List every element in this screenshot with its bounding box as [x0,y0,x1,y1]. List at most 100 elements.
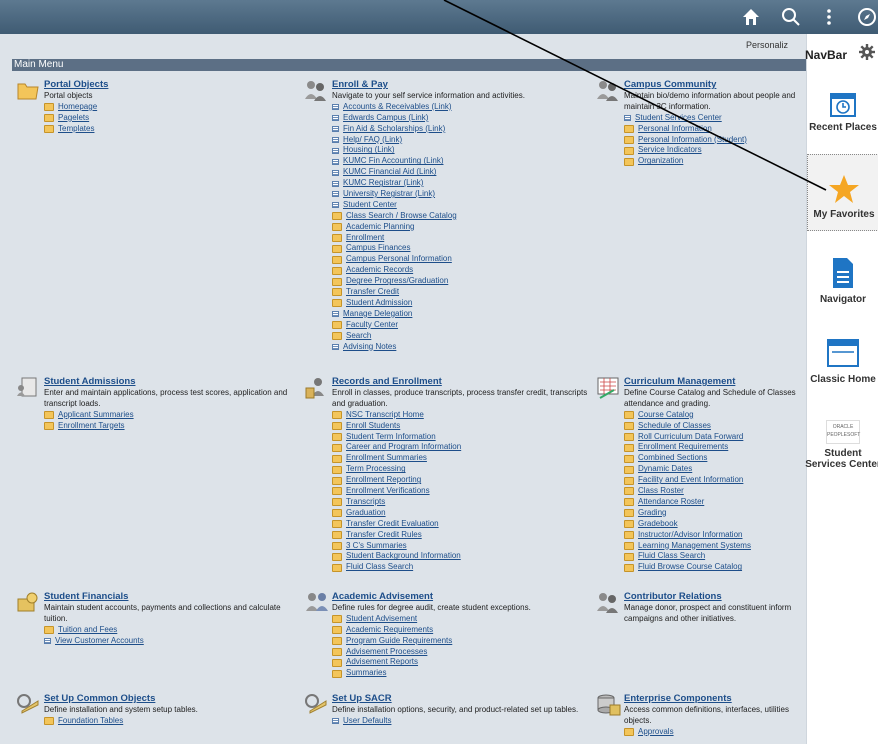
menu-link[interactable]: Schedule of Classes [638,421,711,432]
menu-link-item[interactable]: Student Advisement [332,614,594,625]
search-icon[interactable] [780,6,802,28]
navbar-recent-places[interactable]: Recent Places [807,90,878,133]
menu-link-item[interactable]: Enrollment Summaries [332,453,594,464]
menu-link[interactable]: Personal Information [638,124,712,135]
navbar-navigator[interactable]: Navigator [807,256,878,305]
menu-link-item[interactable]: Transfer Credit Rules [332,530,594,541]
menu-link-item[interactable]: Student Background Information [332,551,594,562]
menu-link[interactable]: Fluid Class Search [638,551,705,562]
menu-link-item[interactable]: Graduation [332,508,594,519]
section-title[interactable]: Set Up Common Objects [44,693,296,705]
menu-link-item[interactable]: Learning Management Systems [624,541,806,552]
menu-link[interactable]: Personal Information (Student) [638,135,747,146]
menu-link[interactable]: Transfer Credit Evaluation [346,519,439,530]
menu-link-item[interactable]: Term Processing [332,464,594,475]
menu-link-item[interactable]: Facility and Event Information [624,475,806,486]
menu-link[interactable]: Attendance Roster [638,497,704,508]
menu-link-item[interactable]: Gradebook [624,519,806,530]
menu-link-item[interactable]: Campus Finances [332,243,594,254]
section-title[interactable]: Student Financials [44,591,296,603]
menu-link[interactable]: Enrollment Verifications [346,486,430,497]
menu-link[interactable]: University Registrar (Link) [343,189,435,200]
menu-link[interactable]: Advising Notes [343,342,396,353]
menu-link[interactable]: Foundation Tables [58,716,123,727]
section-title[interactable]: Student Admissions [44,376,296,388]
menu-link[interactable]: Tuition and Fees [58,625,117,636]
menu-link[interactable]: Search [346,331,371,342]
menu-link-item[interactable]: Enrollment Targets [44,421,296,432]
menu-link[interactable]: 3 C's Summaries [346,541,407,552]
menu-link[interactable]: Advisement Processes [346,647,427,658]
menu-link[interactable]: View Customer Accounts [55,636,144,647]
menu-link-item[interactable]: User Defaults [332,716,594,727]
menu-link-item[interactable]: KUMC Registrar (Link) [332,178,594,189]
menu-link-item[interactable]: Enrollment [332,233,594,244]
menu-link-item[interactable]: Transfer Credit Evaluation [332,519,594,530]
menu-link-item[interactable]: Organization [624,156,806,167]
menu-link-item[interactable]: Personal Information (Student) [624,135,806,146]
menu-link[interactable]: Enrollment Summaries [346,453,427,464]
menu-link-item[interactable]: Help/ FAQ (Link) [332,135,594,146]
menu-link-item[interactable]: Student Term Information [332,432,594,443]
menu-link[interactable]: Student Services Center [635,113,722,124]
menu-link[interactable]: Advisement Reports [346,657,418,668]
gear-icon[interactable] [859,44,875,65]
menu-link[interactable]: Roll Curriculum Data Forward [638,432,743,443]
menu-link-item[interactable]: Student Center [332,200,594,211]
home-icon[interactable] [740,6,762,28]
menu-link-item[interactable]: Roll Curriculum Data Forward [624,432,806,443]
menu-link[interactable]: Class Roster [638,486,684,497]
menu-link-item[interactable]: KUMC Financial Aid (Link) [332,167,594,178]
menu-link-item[interactable]: Transcripts [332,497,594,508]
menu-link[interactable]: Campus Finances [346,243,410,254]
section-title[interactable]: Campus Community [624,79,806,91]
menu-link[interactable]: Help/ FAQ (Link) [343,135,402,146]
menu-link[interactable]: Fluid Class Search [346,562,413,573]
section-title[interactable]: Academic Advisement [332,591,594,603]
menu-link[interactable]: Class Search / Browse Catalog [346,211,457,222]
navbar-classic-home[interactable]: Classic Home [807,336,878,385]
menu-link[interactable]: Enrollment Targets [58,421,125,432]
menu-link[interactable]: Learning Management Systems [638,541,751,552]
menu-link-item[interactable]: Program Guide Requirements [332,636,594,647]
menu-link[interactable]: Housing (Link) [343,145,395,156]
menu-link-item[interactable]: Schedule of Classes [624,421,806,432]
menu-link[interactable]: Transfer Credit [346,287,399,298]
menu-link-item[interactable]: Accounts & Receivables (Link) [332,102,594,113]
menu-link[interactable]: Organization [638,156,683,167]
menu-link-item[interactable]: Service Indicators [624,145,806,156]
menu-link[interactable]: Faculty Center [346,320,398,331]
menu-link[interactable]: Facility and Event Information [638,475,743,486]
menu-link-item[interactable]: Academic Records [332,265,594,276]
menu-link-item[interactable]: Personal Information [624,124,806,135]
more-vertical-icon[interactable] [818,6,840,28]
menu-link-item[interactable]: Student Services Center [624,113,806,124]
navbar-student-services-center[interactable]: ORACLE PEOPLESOFT Student Services Cente… [803,420,878,470]
menu-link-item[interactable]: Enrollment Reporting [332,475,594,486]
menu-link-item[interactable]: Tuition and Fees [44,625,296,636]
menu-link-item[interactable]: University Registrar (Link) [332,189,594,200]
menu-link-item[interactable]: Templates [44,124,296,135]
menu-link[interactable]: Fluid Browse Course Catalog [638,562,742,573]
menu-link[interactable]: Student Advisement [346,614,417,625]
menu-link-item[interactable]: Class Roster [624,486,806,497]
navbar-my-favorites[interactable]: My Favorites [807,154,878,231]
menu-link[interactable]: Approvals [638,727,674,738]
menu-link[interactable]: Instructor/Advisor Information [638,530,742,541]
menu-link-item[interactable]: Advising Notes [332,342,594,353]
menu-link-item[interactable]: Class Search / Browse Catalog [332,211,594,222]
menu-link-item[interactable]: Combined Sections [624,453,806,464]
menu-link[interactable]: Graduation [346,508,386,519]
menu-link-item[interactable]: View Customer Accounts [44,636,296,647]
menu-link[interactable]: Term Processing [346,464,406,475]
menu-link-item[interactable]: Pagelets [44,113,296,124]
menu-link-item[interactable]: Fluid Class Search [624,551,806,562]
menu-link[interactable]: Course Catalog [638,410,694,421]
menu-link[interactable]: Academic Planning [346,222,414,233]
menu-link-item[interactable]: Advisement Reports [332,657,594,668]
menu-link[interactable]: User Defaults [343,716,391,727]
menu-link[interactable]: Academic Records [346,265,413,276]
menu-link-item[interactable]: Course Catalog [624,410,806,421]
menu-link-item[interactable]: Enrollment Verifications [332,486,594,497]
menu-link-item[interactable]: Edwards Campus (Link) [332,113,594,124]
